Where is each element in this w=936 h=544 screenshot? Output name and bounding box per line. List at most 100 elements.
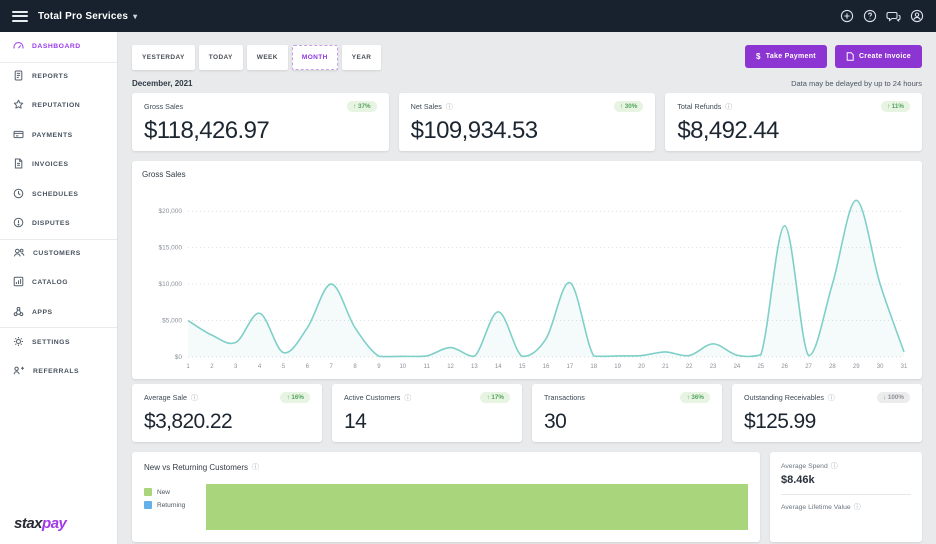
svg-text:22: 22 bbox=[686, 364, 693, 370]
stat-label: Transactions bbox=[544, 393, 585, 402]
tab-year[interactable]: Year bbox=[342, 45, 382, 70]
referrals-icon bbox=[13, 365, 25, 378]
stat-label: Net Sales bbox=[411, 102, 442, 111]
dashboard-icon bbox=[13, 40, 24, 53]
invoice-icon bbox=[846, 52, 854, 61]
reports-icon bbox=[13, 70, 24, 83]
tab-week[interactable]: Week bbox=[247, 45, 288, 70]
svg-text:14: 14 bbox=[495, 364, 502, 370]
gross-sales-chart-card: Gross Sales $0$5,000$10,000$15,000$20,00… bbox=[132, 161, 922, 379]
company-selector[interactable]: Total Pro Services ▾ bbox=[38, 11, 137, 22]
add-icon[interactable] bbox=[840, 9, 854, 23]
catalog-icon bbox=[13, 276, 24, 289]
bottom-row: New vs Returning Customers ⓘ New Returni… bbox=[132, 452, 922, 542]
stat-value: $3,820.22 bbox=[144, 410, 310, 434]
trend-badge: ↓ 100% bbox=[877, 392, 910, 403]
sidebar-item-settings[interactable]: Settings bbox=[0, 327, 117, 357]
create-invoice-button[interactable]: Create Invoice bbox=[835, 45, 922, 68]
svg-text:29: 29 bbox=[853, 364, 860, 370]
svg-text:12: 12 bbox=[447, 364, 454, 370]
net-sales-card: Net Sales ⓘ ↑ 30% $109,934.53 bbox=[399, 93, 656, 151]
trend-badge: ↑ 30% bbox=[614, 101, 644, 112]
svg-text:9: 9 bbox=[377, 364, 381, 370]
payments-icon bbox=[13, 129, 24, 142]
stat-label: Active Customers bbox=[344, 393, 400, 402]
info-icon[interactable]: ⓘ bbox=[252, 462, 259, 472]
sidebar-item-schedules[interactable]: Schedules bbox=[0, 180, 117, 210]
outstanding-receivables-card: Outstanding Receivables ⓘ ↓ 100% $125.99 bbox=[732, 384, 922, 442]
legend-label-returning: Returning bbox=[157, 502, 185, 509]
period-label: December, 2021 bbox=[132, 79, 193, 88]
svg-text:19: 19 bbox=[614, 364, 621, 370]
help-icon[interactable] bbox=[863, 9, 877, 23]
sidebar-item-disputes[interactable]: Disputes bbox=[0, 209, 117, 239]
svg-text:5: 5 bbox=[282, 364, 286, 370]
info-icon[interactable]: ⓘ bbox=[854, 502, 861, 512]
tab-month[interactable]: Month bbox=[292, 45, 338, 70]
svg-text:2: 2 bbox=[210, 364, 214, 370]
sidebar-item-apps[interactable]: Apps bbox=[0, 298, 117, 328]
sidebar-item-catalog[interactable]: Catalog bbox=[0, 268, 117, 298]
svg-text:23: 23 bbox=[710, 364, 717, 370]
sidebar: Dashboard Reports Reputation Payments In… bbox=[0, 32, 118, 544]
svg-text:16: 16 bbox=[543, 364, 550, 370]
returning-swatch bbox=[144, 501, 152, 509]
stat-value: 30 bbox=[544, 410, 710, 434]
card-title: New vs Returning Customers bbox=[144, 463, 248, 472]
disputes-icon bbox=[13, 217, 24, 230]
apps-icon bbox=[13, 306, 24, 319]
gross-sales-chart: $0$5,000$10,000$15,000$20,00012345678910… bbox=[142, 181, 912, 373]
stat-value: $8,492.44 bbox=[677, 117, 910, 145]
account-icon[interactable] bbox=[910, 9, 924, 23]
svg-text:$20,000: $20,000 bbox=[159, 208, 183, 215]
tab-yesterday[interactable]: Yesterday bbox=[132, 45, 195, 70]
trend-badge: ↑ 36% bbox=[680, 392, 710, 403]
sidebar-item-payments[interactable]: Payments bbox=[0, 121, 117, 151]
active-customers-card: Active Customers ⓘ ↑ 17% 14 bbox=[332, 384, 522, 442]
sidebar-item-reports[interactable]: Reports bbox=[0, 62, 117, 92]
average-spend-card: Average Spend ⓘ $8.46k Average Lifetime … bbox=[770, 452, 922, 542]
svg-text:$5,000: $5,000 bbox=[162, 318, 182, 325]
staxpay-logo: staxpay bbox=[0, 505, 117, 544]
clock-icon bbox=[13, 188, 24, 201]
svg-text:$10,000: $10,000 bbox=[159, 281, 183, 288]
menu-icon[interactable] bbox=[12, 11, 28, 22]
sidebar-item-invoices[interactable]: Invoices bbox=[0, 150, 117, 180]
chat-icon[interactable] bbox=[886, 9, 901, 23]
stat-value: $125.99 bbox=[744, 410, 910, 434]
info-icon[interactable]: ⓘ bbox=[404, 393, 411, 403]
svg-text:31: 31 bbox=[901, 364, 908, 370]
info-icon[interactable]: ⓘ bbox=[828, 393, 835, 403]
take-payment-button[interactable]: $ Take Payment bbox=[745, 45, 827, 68]
svg-text:1: 1 bbox=[186, 364, 190, 370]
transactions-card: Transactions ↑ 36% 30 bbox=[532, 384, 722, 442]
info-icon[interactable]: ⓘ bbox=[446, 102, 453, 112]
sidebar-item-referrals[interactable]: Referrals bbox=[0, 357, 117, 387]
topbar: Total Pro Services ▾ bbox=[0, 0, 936, 32]
info-icon[interactable]: ⓘ bbox=[831, 461, 838, 471]
info-icon[interactable]: ⓘ bbox=[191, 393, 198, 403]
stat-label: Total Refunds bbox=[677, 102, 721, 111]
legend: New Returning bbox=[144, 484, 206, 530]
info-icon[interactable]: ⓘ bbox=[725, 102, 732, 112]
svg-text:17: 17 bbox=[567, 364, 574, 370]
sidebar-item-dashboard[interactable]: Dashboard bbox=[0, 32, 117, 62]
star-icon bbox=[13, 99, 24, 112]
tab-today[interactable]: Today bbox=[199, 45, 243, 70]
data-delay-note: Data may be delayed by up to 24 hours bbox=[791, 79, 922, 88]
company-name: Total Pro Services bbox=[38, 11, 128, 22]
avg-lifetime-value-label: Average Lifetime Value bbox=[781, 504, 851, 511]
main-content: Yesterday Today Week Month Year $ Take P… bbox=[118, 32, 936, 544]
gross-sales-card: Gross Sales ↑ 37% $118,426.97 bbox=[132, 93, 389, 151]
svg-text:$15,000: $15,000 bbox=[159, 245, 183, 252]
svg-text:21: 21 bbox=[662, 364, 669, 370]
date-range-tabs: Yesterday Today Week Month Year bbox=[132, 45, 381, 70]
total-refunds-card: Total Refunds ⓘ ↑ 11% $8,492.44 bbox=[665, 93, 922, 151]
svg-text:18: 18 bbox=[590, 364, 597, 370]
sidebar-item-customers[interactable]: Customers bbox=[0, 239, 117, 269]
customers-bar-track bbox=[206, 484, 748, 530]
avg-spend-label: Average Spend bbox=[781, 463, 828, 470]
svg-text:$0: $0 bbox=[175, 354, 183, 361]
svg-text:24: 24 bbox=[734, 364, 741, 370]
sidebar-item-reputation[interactable]: Reputation bbox=[0, 91, 117, 121]
